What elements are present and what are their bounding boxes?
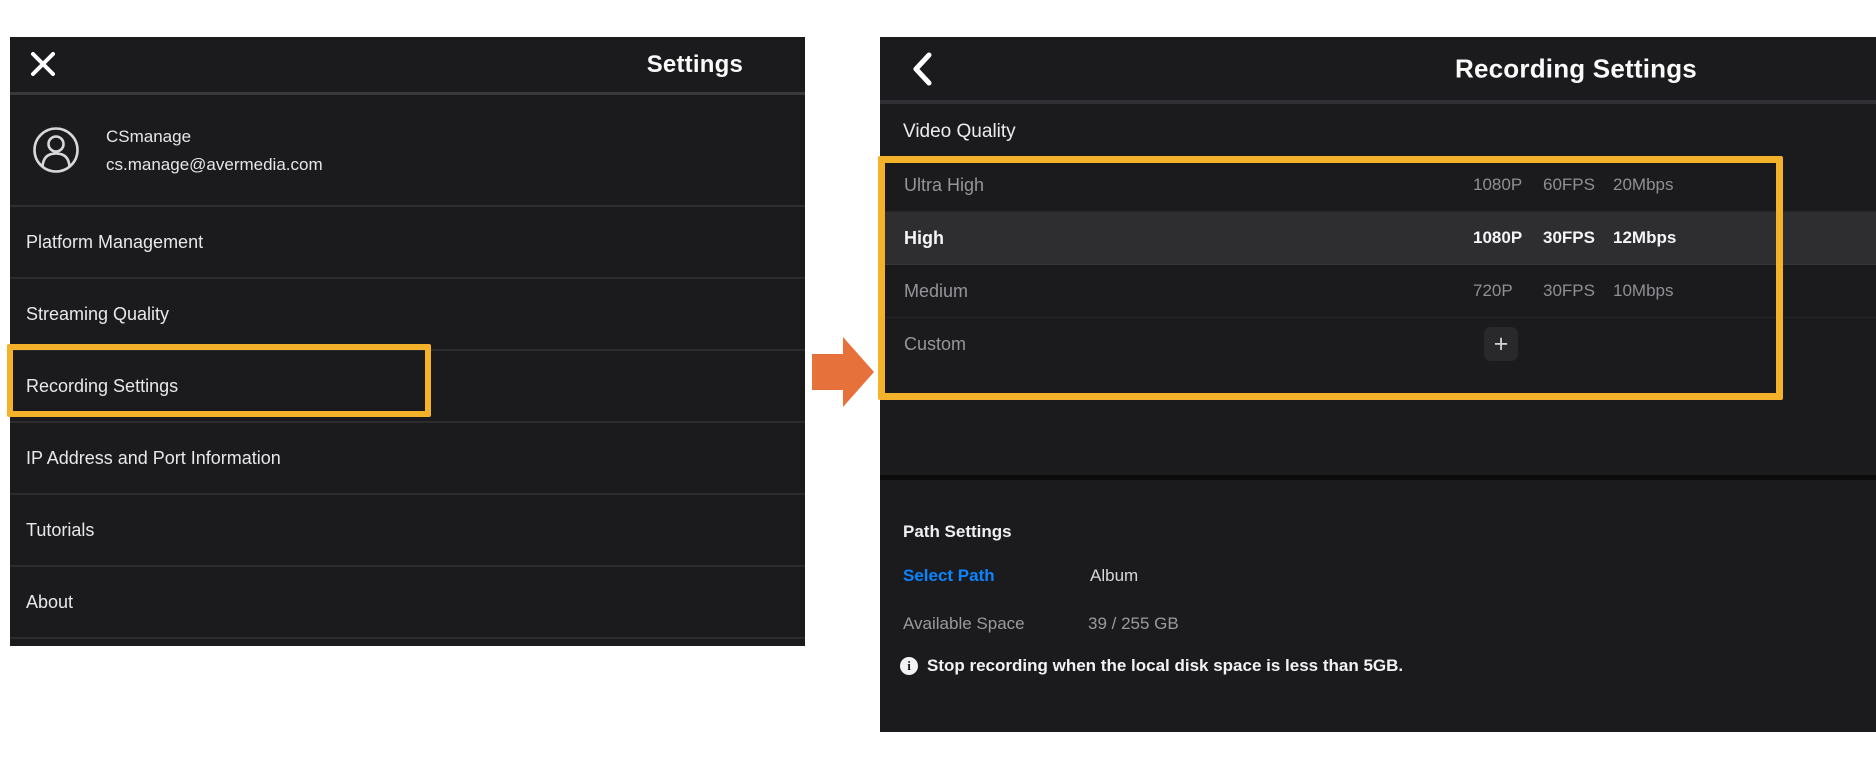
quality-label: High (904, 228, 944, 249)
menu-item-recording-settings[interactable]: Recording Settings (10, 351, 805, 423)
quality-framerate: 30FPS (1543, 228, 1595, 248)
add-custom-quality-button[interactable]: + (1484, 327, 1518, 361)
menu-item-streaming-quality[interactable]: Streaming Quality (10, 279, 805, 351)
account-row[interactable]: CSmanage cs.manage@avermedia.com (10, 95, 805, 207)
menu-item-tutorials[interactable]: Tutorials (10, 495, 805, 567)
menu-item-label: IP Address and Port Information (26, 448, 281, 469)
menu-item-label: Platform Management (26, 232, 203, 253)
account-email: cs.manage@avermedia.com (106, 156, 323, 173)
info-icon: i (900, 657, 918, 675)
recording-settings-panel: Recording Settings Video Quality Ultra H… (880, 37, 1876, 732)
menu-item-label: About (26, 592, 73, 613)
section-divider (880, 475, 1876, 480)
quality-bitrate: 20Mbps (1613, 175, 1673, 195)
video-quality-section-label: Video Quality (903, 104, 1016, 160)
quality-label: Medium (904, 281, 968, 302)
disk-space-note: i Stop recording when the local disk spa… (900, 656, 1403, 676)
settings-header: Settings (10, 37, 805, 95)
menu-item-about[interactable]: About (10, 567, 805, 639)
quality-option-custom[interactable]: Custom + (880, 318, 1876, 370)
path-settings-heading: Path Settings (903, 522, 1012, 542)
quality-framerate: 30FPS (1543, 281, 1595, 301)
available-space-label: Available Space (903, 614, 1025, 634)
menu-item-platform-management[interactable]: Platform Management (10, 207, 805, 279)
account-info: CSmanage cs.manage@avermedia.com (106, 128, 323, 173)
available-space-value: 39 / 255 GB (1088, 614, 1179, 634)
close-icon[interactable] (30, 51, 56, 77)
quality-resolution: 1080P (1473, 175, 1522, 195)
quality-option-high[interactable]: High 1080P 30FPS 12Mbps (880, 212, 1876, 265)
settings-menu: Platform Management Streaming Quality Re… (10, 207, 805, 639)
quality-bitrate: 12Mbps (1613, 228, 1676, 248)
avatar-icon (32, 126, 80, 174)
quality-label: Custom (904, 334, 966, 355)
disk-space-note-text: Stop recording when the local disk space… (927, 656, 1403, 676)
account-name: CSmanage (106, 128, 323, 145)
quality-resolution: 1080P (1473, 228, 1522, 248)
menu-item-ip-address-port[interactable]: IP Address and Port Information (10, 423, 805, 495)
settings-title: Settings (647, 51, 743, 79)
quality-option-medium[interactable]: Medium 720P 30FPS 10Mbps (880, 265, 1876, 318)
quality-framerate: 60FPS (1543, 175, 1595, 195)
recording-settings-header: Recording Settings (880, 37, 1876, 104)
quality-resolution: 720P (1473, 281, 1513, 301)
quality-bitrate: 10Mbps (1613, 281, 1673, 301)
menu-item-label: Recording Settings (26, 376, 178, 397)
video-quality-list: Ultra High 1080P 60FPS 20Mbps High 1080P… (880, 159, 1876, 370)
right-arrow-icon (812, 337, 874, 409)
settings-panel: Settings CSmanage cs.manage@avermedia.co… (10, 37, 805, 646)
quality-label: Ultra High (904, 175, 984, 196)
menu-item-label: Streaming Quality (26, 304, 169, 325)
quality-option-ultra-high[interactable]: Ultra High 1080P 60FPS 20Mbps (880, 159, 1876, 212)
recording-settings-title: Recording Settings (1455, 53, 1697, 84)
menu-item-label: Tutorials (26, 520, 94, 541)
back-chevron-icon[interactable] (911, 52, 933, 86)
select-path-link[interactable]: Select Path (903, 566, 995, 586)
selected-path-value: Album (1090, 566, 1138, 586)
